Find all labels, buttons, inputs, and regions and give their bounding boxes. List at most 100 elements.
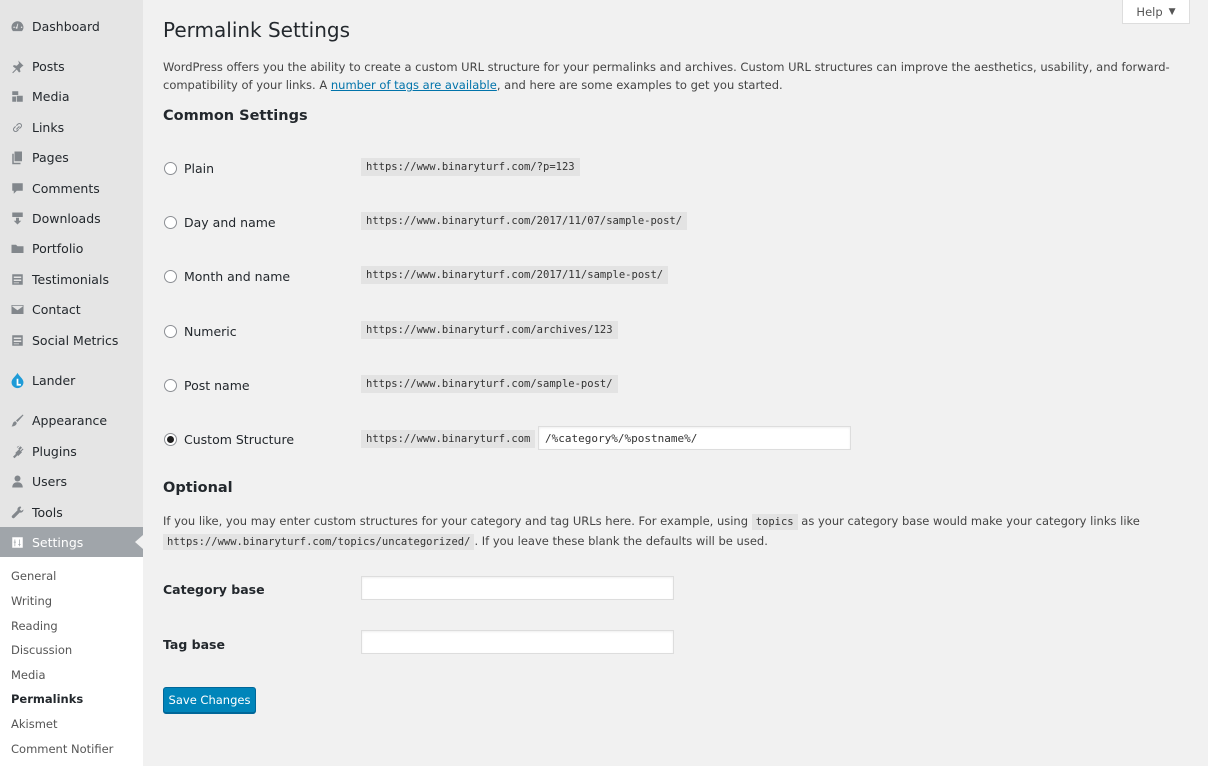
help-label: Help [1136, 4, 1163, 19]
menu-item-social-metrics[interactable]: Social Metrics [0, 325, 143, 355]
menu-item-links[interactable]: Links [0, 112, 143, 142]
menu-item-dashboard[interactable]: Dashboard [0, 11, 143, 41]
desc-text: If you like, you may enter custom struct… [163, 514, 752, 528]
menu-item-media[interactable]: Media [0, 81, 143, 111]
desc-text: . If you leave these blank the defaults … [474, 534, 768, 548]
permalink-option-numeric: Numeric [163, 320, 237, 342]
menu-item-appearance[interactable]: Appearance [0, 405, 143, 435]
menu-label: Pages [32, 149, 69, 165]
submenu-comment-notifier[interactable]: Comment Notifier [11, 742, 113, 756]
permalink-option-day-name: Day and name [163, 211, 276, 233]
radio-day-and-name[interactable] [164, 215, 177, 229]
menu-item-settings[interactable]: Settings [0, 527, 143, 557]
tag-base-label: Tag base [163, 637, 225, 652]
brush-icon [8, 411, 26, 429]
menu-item-posts[interactable]: Posts [0, 51, 143, 81]
desc-code: https://www.binaryturf.com/topics/uncate… [163, 534, 475, 550]
radio-month-and-name[interactable] [164, 269, 177, 283]
menu-item-testimonials[interactable]: Testimonials [0, 264, 143, 294]
menu-label: Dashboard [32, 18, 100, 34]
submenu-permalinks[interactable]: Permalinks [11, 692, 83, 706]
admin-sidebar: Dashboard Posts Media Links Pages Commen… [0, 0, 143, 766]
optional-description: If you like, you may enter custom struct… [163, 512, 1163, 552]
menu-label: Lander [32, 372, 76, 388]
menu-item-plugins[interactable]: Plugins [0, 436, 143, 466]
menu-item-pages[interactable]: Pages [0, 142, 143, 172]
chevron-down-icon: ▼ [1168, 6, 1176, 17]
menu-label: Appearance [32, 412, 108, 428]
submenu-discussion[interactable]: Discussion [11, 643, 72, 657]
radio-plain[interactable] [164, 161, 177, 175]
radio-numeric[interactable] [164, 324, 177, 338]
pin-icon [8, 57, 26, 75]
submenu-reading[interactable]: Reading [11, 619, 58, 633]
menu-label: Links [32, 119, 65, 135]
menu-label: Plugins [32, 443, 77, 459]
menu-item-lander[interactable]: Lander [0, 365, 143, 395]
save-changes-button[interactable]: Save Changes [163, 687, 256, 713]
folder-icon [8, 239, 26, 257]
option-label: Custom Structure [184, 431, 295, 447]
option-label: Post name [184, 377, 250, 393]
menu-label: Testimonials [32, 271, 109, 287]
plugin-icon [8, 442, 26, 460]
settings-submenu: General Writing Reading Discussion Media… [0, 557, 143, 766]
permalink-option-plain: Plain [163, 157, 214, 179]
radio-post-name[interactable] [164, 378, 177, 392]
radio-custom-structure[interactable] [164, 432, 177, 446]
user-icon [8, 472, 26, 490]
submenu-akismet[interactable]: Akismet [11, 717, 58, 731]
submenu-general[interactable]: General [11, 569, 56, 583]
download-icon [8, 209, 26, 227]
option-label: Numeric [184, 323, 237, 339]
dashboard-icon [8, 17, 26, 35]
example-url: https://www.binaryturf.com/2017/11/sampl… [361, 266, 669, 284]
lander-icon [8, 371, 26, 389]
submenu-writing[interactable]: Writing [11, 594, 52, 608]
menu-label: Media [32, 88, 70, 104]
submenu-media[interactable]: Media [11, 668, 46, 682]
category-base-label: Category base [163, 582, 265, 597]
wrench-icon [8, 503, 26, 521]
example-url: https://www.binaryturf.com/2017/11/07/sa… [361, 212, 688, 230]
custom-base-url: https://www.binaryturf.com [361, 430, 536, 448]
menu-item-portfolio[interactable]: Portfolio [0, 233, 143, 263]
menu-label: Portfolio [32, 240, 84, 256]
list-icon [8, 270, 26, 288]
page-title: Permalink Settings [163, 18, 351, 42]
menu-item-tools[interactable]: Tools [0, 497, 143, 527]
menu-item-comments[interactable]: Comments [0, 173, 143, 203]
tag-base-input[interactable] [361, 630, 674, 654]
menu-label: Comments [32, 180, 100, 196]
option-label: Month and name [184, 268, 291, 284]
menu-item-contact[interactable]: Contact [0, 294, 143, 324]
menu-label: Users [32, 473, 68, 489]
comment-icon [8, 179, 26, 197]
example-url: https://www.binaryturf.com/?p=123 [361, 158, 580, 176]
tags-available-link[interactable]: number of tags are available [331, 78, 497, 92]
list-icon [8, 331, 26, 349]
help-tab-button[interactable]: Help ▼ [1122, 0, 1190, 24]
custom-structure-input[interactable]: /%category%/%postname%/ [538, 426, 851, 450]
link-icon [8, 118, 26, 136]
optional-heading: Optional [163, 480, 233, 496]
option-label: Plain [184, 160, 215, 176]
menu-label: Tools [32, 504, 63, 520]
menu-item-users[interactable]: Users [0, 466, 143, 496]
desc-text: as your category base would make your ca… [797, 514, 1140, 528]
pages-icon [8, 148, 26, 166]
example-url: https://www.binaryturf.com/archives/123 [361, 321, 618, 339]
category-base-input[interactable] [361, 576, 674, 600]
media-icon [8, 87, 26, 105]
permalink-option-custom: Custom Structure [163, 428, 294, 450]
menu-label: Settings [32, 534, 84, 550]
intro-text: WordPress offers you the ability to crea… [163, 58, 1188, 94]
menu-item-downloads[interactable]: Downloads [0, 203, 143, 233]
option-label: Day and name [184, 214, 276, 230]
mail-icon [8, 300, 26, 318]
permalink-option-post-name: Post name [163, 374, 250, 396]
common-settings-heading: Common Settings [163, 108, 308, 124]
settings-icon [8, 533, 26, 551]
menu-label: Social Metrics [32, 332, 119, 348]
desc-code: topics [751, 514, 798, 530]
